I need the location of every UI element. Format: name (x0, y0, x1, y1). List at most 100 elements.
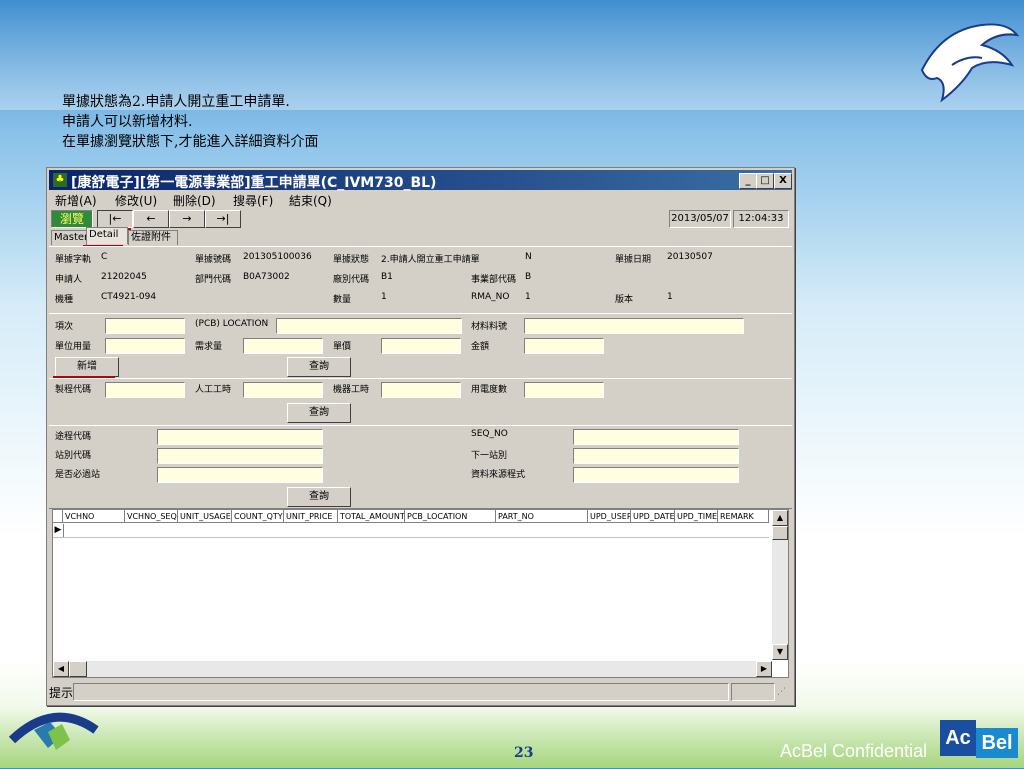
grid-col-upd-time[interactable]: UPD_TIME (675, 510, 718, 523)
grid-header: VCHNO VCHNO_SEQ UNIT_USAGE COUNT_QTY UNI… (53, 510, 769, 524)
scroll-up-icon[interactable]: ▲ (772, 510, 788, 526)
window-title: [康舒電子][第一電源事業部]重工申請單(C_IVM730_BL) (71, 175, 437, 191)
route-code-label: 途程代碼 (55, 432, 92, 442)
menu-delete[interactable]: 刪除(D) (173, 192, 216, 209)
must-pass-input[interactable] (157, 467, 323, 483)
grid-col-count-qty[interactable]: COUNT_QTY (232, 510, 284, 523)
part-no-input[interactable] (524, 318, 744, 334)
model-label: 機種 (55, 295, 74, 305)
slide-note-2: 申請人可以新增材料. (62, 114, 193, 130)
status-extra (731, 683, 775, 701)
amount-label: 金額 (471, 342, 490, 352)
power-usage-input[interactable] (524, 382, 604, 398)
tab-master[interactable]: Master (51, 230, 88, 245)
next-station-input[interactable] (573, 448, 739, 464)
scroll-right-icon[interactable]: ▶ (756, 661, 772, 677)
process-code-input[interactable] (105, 382, 185, 398)
scroll-down-icon[interactable]: ▼ (772, 644, 788, 660)
tab-attachments[interactable]: 佐證附件 (128, 230, 178, 245)
first-record-button[interactable]: |← (97, 210, 133, 228)
division-value: B (525, 272, 532, 282)
seq-no-input[interactable] (573, 429, 739, 445)
toolbar: 瀏覽 |← ← → →| 2013/05/07 12:04:33 (49, 209, 792, 229)
voucher-date-label: 單據日期 (615, 255, 652, 265)
version-label: 版本 (615, 295, 634, 305)
grid-col-unit-usage[interactable]: UNIT_USAGE (178, 510, 232, 523)
tab-detail[interactable]: Detail (86, 227, 128, 244)
source-program-input[interactable] (573, 467, 739, 483)
maximize-button[interactable]: □ (756, 173, 774, 189)
item-input[interactable] (105, 318, 185, 334)
division-label: 事業部代碼 (471, 275, 517, 285)
status-message (73, 683, 729, 701)
factory-value: B1 (381, 272, 393, 282)
flag-value: N (525, 252, 532, 262)
hscroll-thumb[interactable] (69, 661, 87, 677)
labor-hours-input[interactable] (243, 382, 323, 398)
voucher-status-value: 2.申請人開立重工申請單 (381, 255, 480, 265)
grid-col-unit-price[interactable]: UNIT_PRICE (284, 510, 338, 523)
grid-col-vchno[interactable]: VCHNO (63, 510, 125, 523)
grid-col-total-amounts[interactable]: TOTAL_AMOUNTS (338, 510, 405, 523)
grid-col-upd-date[interactable]: UPD_DATE (631, 510, 675, 523)
demand-label: 需求量 (195, 342, 223, 352)
process-panel: 製程代碼 人工工時 機器工時 用電度數 查詢 (49, 378, 792, 426)
close-button[interactable]: X (774, 173, 792, 189)
demand-input[interactable] (243, 338, 323, 354)
prev-record-button[interactable]: ← (133, 210, 169, 228)
confidential-label: AcBel Confidential (780, 741, 928, 761)
voucher-no-label: 單據號碼 (195, 255, 232, 265)
minimize-button[interactable]: _ (739, 173, 757, 189)
power-usage-label: 用電度數 (471, 385, 508, 395)
acbel-logo-ac: Ac (940, 720, 976, 756)
rma-value: 1 (525, 292, 531, 302)
part-no-label: 材料料號 (471, 322, 508, 332)
scroll-left-icon[interactable]: ◀ (53, 661, 69, 677)
station-code-label: 站別代碼 (55, 451, 92, 461)
slide-note-3: 在單據瀏覽狀態下,才能進入詳細資料介面 (62, 134, 319, 150)
add-material-button[interactable]: 新增 (55, 357, 119, 377)
item-label: 項次 (55, 322, 74, 332)
price-label: 單價 (333, 342, 352, 352)
grid-col-vchno-seq[interactable]: VCHNO_SEQ (125, 510, 178, 523)
menu-exit[interactable]: 結束(Q) (289, 192, 332, 209)
new-value-badge-icon (4, 700, 104, 766)
amount-input[interactable] (524, 338, 604, 354)
grid-col-remark[interactable]: REMARK (718, 510, 769, 523)
must-pass-label: 是否必過站 (55, 470, 101, 480)
menu-add[interactable]: 新增(A) (55, 192, 97, 209)
last-record-button[interactable]: →| (205, 210, 241, 228)
voucher-no-value: 201305100036 (243, 252, 312, 262)
pcb-location-input[interactable] (276, 318, 462, 334)
labor-hours-label: 人工工時 (195, 385, 232, 395)
query-materials-button[interactable]: 查詢 (287, 357, 351, 377)
department-label: 部門代碼 (195, 275, 232, 285)
machine-hours-input[interactable] (381, 382, 461, 398)
unit-usage-input[interactable] (105, 338, 185, 354)
voucher-date-value: 20130507 (667, 252, 713, 262)
grid-col-pcb-location[interactable]: PCB_LOCATION (405, 510, 496, 523)
grid-vertical-scrollbar[interactable]: ▲ ▼ (772, 510, 788, 660)
grid-horizontal-scrollbar[interactable]: ◀ ▶ (53, 661, 772, 677)
next-station-label: 下一站別 (471, 451, 508, 461)
grid-col-part-no[interactable]: PART_NO (496, 510, 588, 523)
quantity-label: 數量 (333, 295, 352, 305)
machine-hours-label: 機器工時 (333, 385, 370, 395)
detail-grid[interactable]: VCHNO VCHNO_SEQ UNIT_USAGE COUNT_QTY UNI… (52, 509, 789, 678)
current-row-arrow-icon: ▶ (53, 524, 64, 537)
menu-search[interactable]: 搜尋(F) (233, 192, 273, 209)
price-input[interactable] (381, 338, 461, 354)
next-record-button[interactable]: → (169, 210, 205, 228)
scroll-thumb[interactable] (772, 526, 788, 540)
route-code-input[interactable] (157, 429, 323, 445)
query-process-button[interactable]: 查詢 (287, 403, 351, 423)
grid-new-row[interactable]: ▶ (53, 524, 769, 538)
station-code-input[interactable] (157, 448, 323, 464)
grid-col-upd-user[interactable]: UPD_USER (588, 510, 631, 523)
menu-modify[interactable]: 修改(U) (115, 192, 157, 209)
resize-grip-icon[interactable]: ⋰ (777, 685, 791, 699)
query-route-button[interactable]: 查詢 (287, 487, 351, 507)
acbel-logo: Ac Bel (940, 720, 1018, 762)
mode-indicator: 瀏覽 (51, 210, 93, 228)
status-label: 提示 (49, 686, 74, 700)
